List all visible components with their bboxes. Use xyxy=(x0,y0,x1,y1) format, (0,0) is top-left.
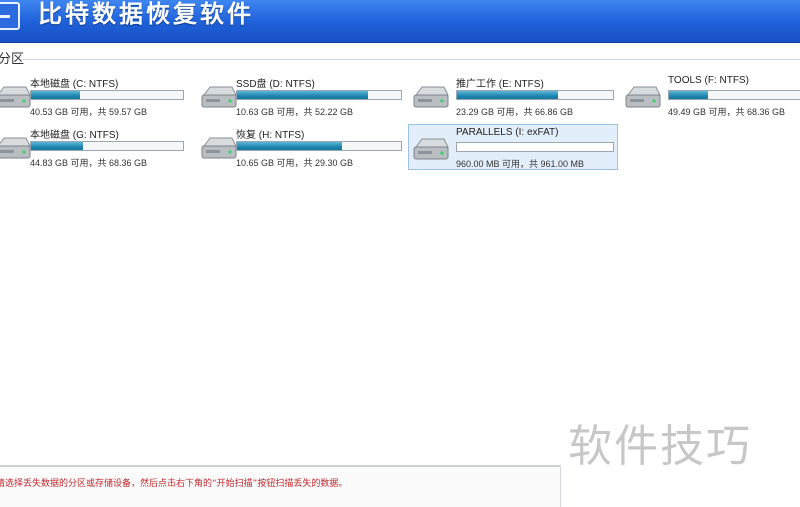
usage-bar xyxy=(30,141,184,151)
status-message: 请选择丢失数据的分区或存储设备，然后点击右下角的“开始扫描”按钮扫描丢失的数据。 xyxy=(0,479,348,489)
drive-space-info: 44.83 GB 可用，共 68.36 GB xyxy=(30,158,148,168)
drive-item-h[interactable]: 恢复 (H: NTFS) 10.65 GB 可用，共 29.30 GB xyxy=(200,124,410,170)
drive-item-i-selected[interactable]: PARALLELS (I: exFAT) 960.00 MB 可用，共 961.… xyxy=(408,124,618,170)
hard-drive-icon xyxy=(625,86,661,108)
drive-name: SSD盘 (D: NTFS) xyxy=(236,79,315,90)
drive-space-info: 23.29 GB 可用，共 66.86 GB xyxy=(456,107,574,117)
drive-space-info: 49.49 GB 可用，共 68.36 GB xyxy=(668,107,786,117)
drive-name: 恢复 (H: NTFS) xyxy=(236,130,305,141)
drive-name: 推广工作 (E: NTFS) xyxy=(456,79,544,90)
app-logo-icon xyxy=(0,2,20,30)
hard-drive-icon xyxy=(413,138,449,160)
drive-space-info: 10.65 GB 可用，共 29.30 GB xyxy=(236,158,354,168)
usage-bar xyxy=(236,141,402,151)
section-header: 分区 xyxy=(0,46,800,67)
app-title: 比特数据恢复软件 xyxy=(38,0,254,28)
usage-bar xyxy=(456,142,614,152)
hard-drive-icon xyxy=(201,86,237,108)
drive-space-info: 960.00 MB 可用，共 961.00 MB xyxy=(456,159,585,169)
hard-drive-icon xyxy=(0,137,31,159)
drive-space-info: 10.63 GB 可用，共 52.22 GB xyxy=(236,107,354,117)
drive-item-g[interactable]: 本地磁盘 (G: NTFS) 44.83 GB 可用，共 68.36 GB xyxy=(0,124,204,170)
drive-space-info: 40.53 GB 可用，共 59.57 GB xyxy=(30,107,148,117)
section-label: 分区 xyxy=(0,52,25,67)
hard-drive-icon xyxy=(413,86,449,108)
drive-item-c[interactable]: 本地磁盘 (C: NTFS) 40.53 GB 可用，共 59.57 GB xyxy=(0,73,204,119)
drive-name: 本地磁盘 (C: NTFS) xyxy=(30,79,119,90)
drive-item-f[interactable]: TOOLS (F: NTFS) 49.49 GB 可用，共 68.36 GB xyxy=(624,73,800,119)
hard-drive-icon xyxy=(0,86,31,108)
drive-name: TOOLS (F: NTFS) xyxy=(668,75,749,86)
drive-item-d[interactable]: SSD盘 (D: NTFS) 10.63 GB 可用，共 52.22 GB xyxy=(200,73,410,119)
usage-bar xyxy=(236,90,402,100)
usage-bar xyxy=(668,90,800,100)
title-bar: 比特数据恢复软件 xyxy=(0,0,800,43)
drive-name: 本地磁盘 (G: NTFS) xyxy=(30,130,119,141)
watermark: 软件技巧 xyxy=(568,421,752,472)
status-bar: 请选择丢失数据的分区或存储设备，然后点击右下角的“开始扫描”按钮扫描丢失的数据。 xyxy=(0,465,561,507)
usage-bar xyxy=(30,90,184,100)
drive-item-e[interactable]: 推广工作 (E: NTFS) 23.29 GB 可用，共 66.86 GB xyxy=(412,73,622,119)
section-divider xyxy=(22,59,800,60)
usage-bar xyxy=(456,90,614,100)
drive-name: PARALLELS (I: exFAT) xyxy=(456,127,559,138)
hard-drive-icon xyxy=(201,137,237,159)
